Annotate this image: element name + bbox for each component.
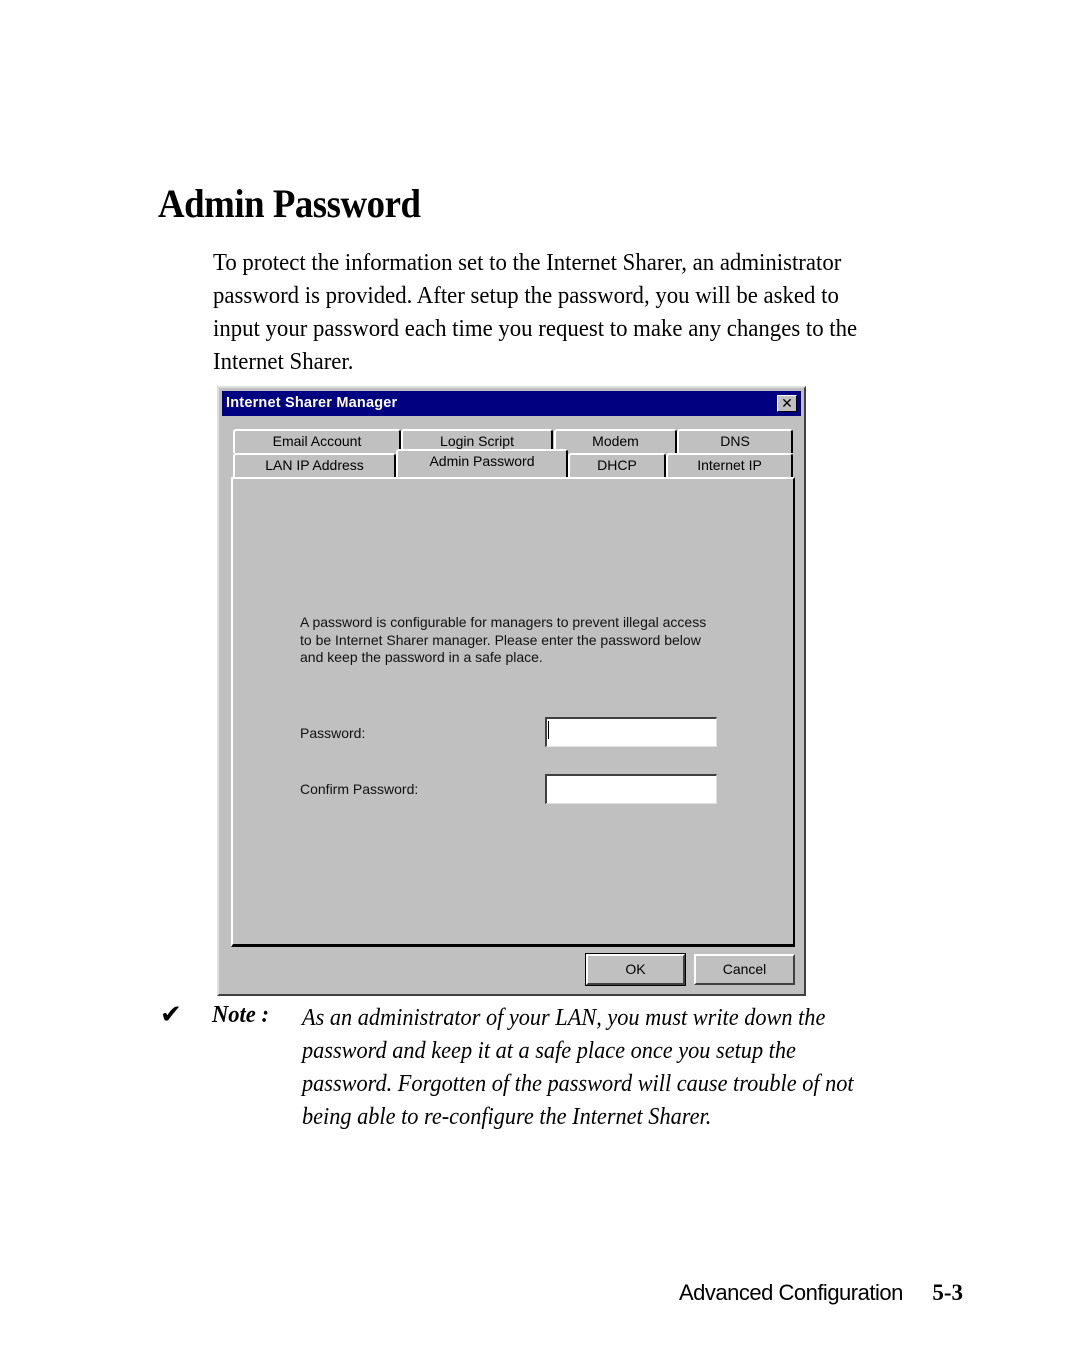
intro-line: To protect the information set to the In…: [213, 249, 842, 276]
confirm-password-label: Confirm Password:: [300, 781, 419, 797]
password-label: Password:: [300, 725, 366, 741]
close-button[interactable]: ✕: [777, 395, 797, 412]
cancel-button[interactable]: Cancel: [694, 954, 795, 985]
intro-line: input your password each time you reques…: [213, 315, 858, 342]
panel-description: A password is configurable for managers …: [300, 614, 706, 667]
note-line: being able to re-configure the Internet …: [302, 1103, 712, 1130]
text-caret: [548, 721, 549, 739]
intro-line: password is provided. After setup the pa…: [213, 282, 839, 309]
password-input[interactable]: [545, 717, 717, 747]
note-line: password and keep it at a safe place onc…: [302, 1037, 796, 1064]
dialog-titlebar[interactable]: Internet Sharer Manager ✕: [222, 391, 801, 416]
tab-internet-ip[interactable]: Internet IP: [666, 453, 793, 477]
close-icon: ✕: [781, 395, 793, 411]
description-line: and keep the password in a safe place.: [300, 649, 543, 665]
note-text: As an administrator of your LAN, you mus…: [302, 1001, 854, 1133]
tab-email-account[interactable]: Email Account: [233, 429, 401, 453]
tab-lan-ip-address[interactable]: LAN IP Address: [233, 453, 396, 477]
page-number: 5-3: [932, 1280, 963, 1305]
dialog-title: Internet Sharer Manager: [226, 395, 398, 411]
description-line: A password is configurable for managers …: [300, 614, 707, 630]
tab-modem[interactable]: Modem: [554, 429, 677, 453]
checkmark-icon: ✔: [160, 1000, 182, 1030]
note-line: password. Forgotten of the password will…: [302, 1070, 854, 1097]
footer-section-title: Advanced Configuration: [679, 1280, 903, 1305]
intro-line: Internet Sharer.: [213, 348, 354, 375]
ok-button[interactable]: OK: [585, 953, 686, 986]
confirm-password-input[interactable]: [545, 774, 717, 804]
tab-admin-password[interactable]: Admin Password: [396, 449, 568, 477]
description-line: to be Internet Sharer manager. Please en…: [300, 631, 701, 648]
note-line: As an administrator of your LAN, you mus…: [302, 1004, 826, 1031]
tab-dhcp[interactable]: DHCP: [568, 453, 666, 477]
admin-password-panel: A password is configurable for managers …: [231, 477, 795, 947]
note-label: Note :: [212, 1001, 269, 1028]
page-title: Admin Password: [158, 181, 421, 226]
internet-sharer-manager-dialog: Internet Sharer Manager ✕ Email Account …: [217, 386, 806, 996]
intro-paragraph: To protect the information set to the In…: [213, 246, 920, 378]
tab-dns[interactable]: DNS: [677, 429, 793, 453]
page-footer: Advanced Configuration 5-3: [679, 1280, 963, 1306]
